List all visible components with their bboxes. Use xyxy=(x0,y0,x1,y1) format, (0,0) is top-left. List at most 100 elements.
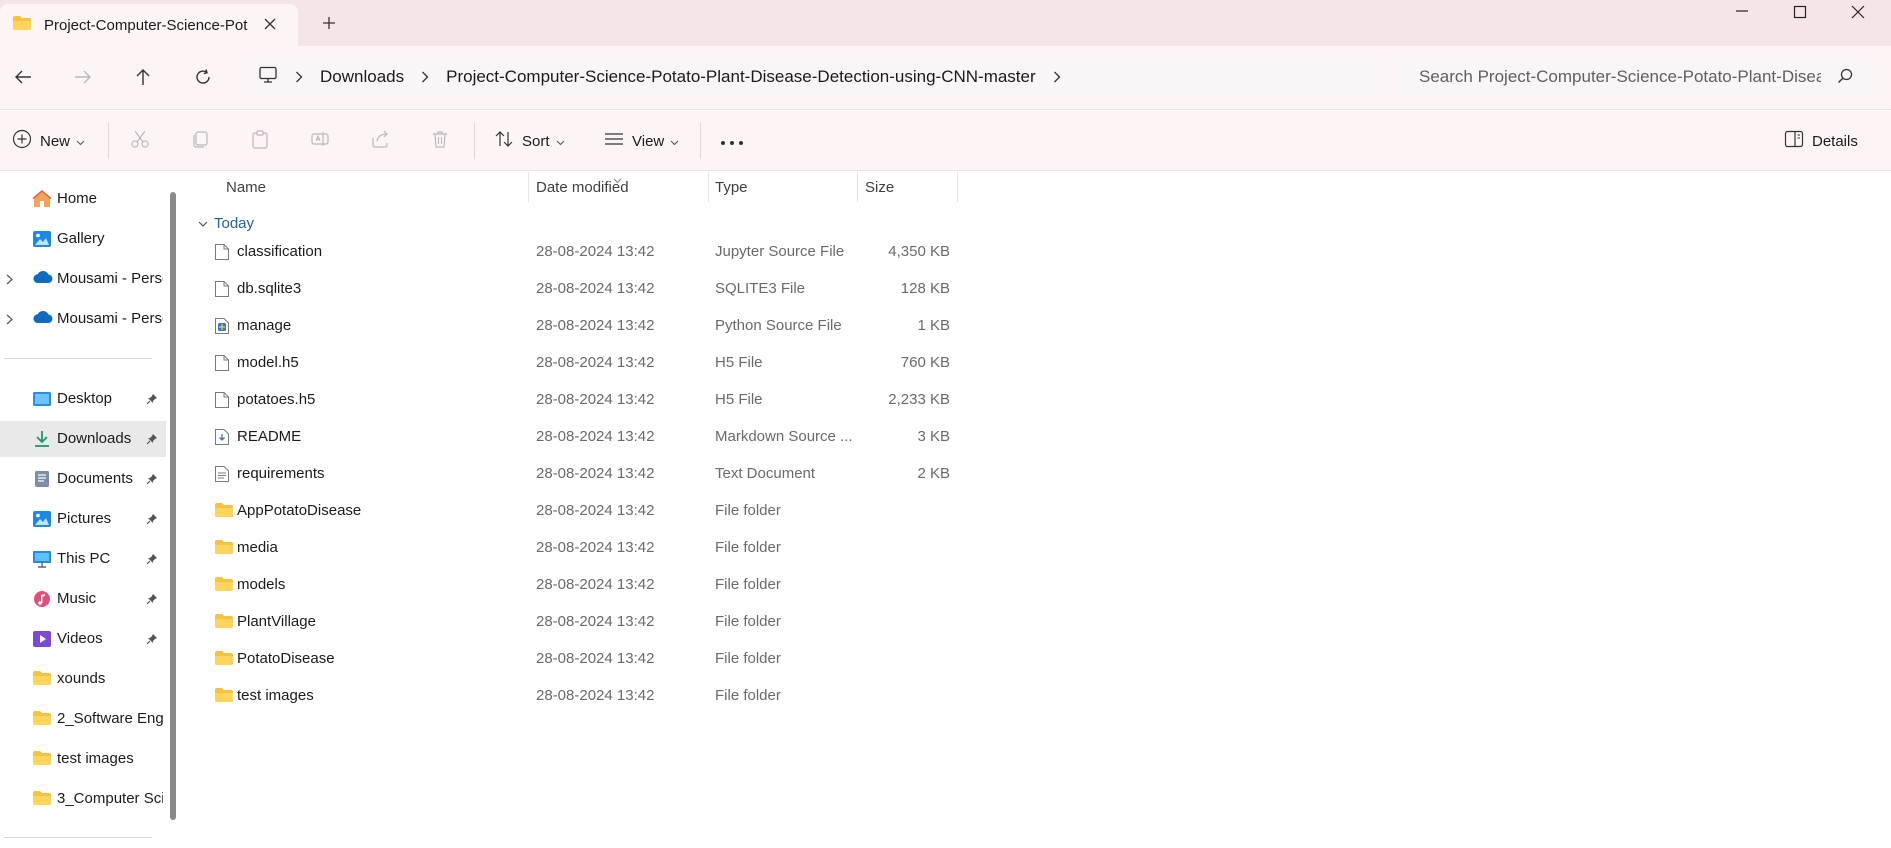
search-icon[interactable] xyxy=(1837,68,1853,88)
column-header-size[interactable]: Size xyxy=(865,172,894,202)
file-row[interactable]: classification 28-08-2024 13:42 Jupyter So… xyxy=(206,233,1146,270)
column-divider[interactable] xyxy=(528,172,529,202)
file-size: 760 KB xyxy=(900,354,950,371)
breadcrumb-item-project[interactable]: Project-Computer-Science-Potato-Plant-Di… xyxy=(446,67,1036,87)
delete-button[interactable] xyxy=(430,127,450,155)
file-name: requirements xyxy=(237,465,325,482)
sidebar-item-onedrive-1[interactable]: Mousami - Personal xyxy=(0,261,166,297)
chevron-down-icon xyxy=(198,215,208,232)
file-icon xyxy=(214,354,232,372)
refresh-button[interactable] xyxy=(188,64,218,94)
sort-button[interactable]: Sort xyxy=(494,127,565,155)
file-row[interactable]: db.sqlite3 28-08-2024 13:42 SQLITE3 File 12… xyxy=(206,270,1146,307)
file-row[interactable]: README 28-08-2024 13:42 Markdown Source ..… xyxy=(206,418,1146,455)
sidebar-item-desktop[interactable]: Desktop xyxy=(0,381,166,417)
file-row[interactable]: PlantVillage 28-08-2024 13:42 File folder xyxy=(206,603,1146,640)
pin-icon[interactable] xyxy=(146,512,158,529)
pin-icon[interactable] xyxy=(146,552,158,569)
column-header-type[interactable]: Type xyxy=(715,172,748,202)
sidebar-item-this-pc[interactable]: This PC xyxy=(0,541,166,577)
file-row[interactable]: manage 28-08-2024 13:42 Python Source File… xyxy=(206,307,1146,344)
file-row[interactable]: media 28-08-2024 13:42 File folder xyxy=(206,529,1146,566)
file-row[interactable]: test images 28-08-2024 13:42 File folder xyxy=(206,677,1146,714)
close-icon[interactable] xyxy=(260,14,280,34)
rename-button[interactable] xyxy=(310,127,330,155)
back-button[interactable] xyxy=(8,64,38,94)
file-type: Markdown Source ... xyxy=(715,428,853,445)
maximize-button[interactable] xyxy=(1770,0,1830,24)
sidebar-item-music[interactable]: Music xyxy=(0,581,166,617)
sidebar-item-pictures[interactable]: Pictures xyxy=(0,501,166,537)
paste-button[interactable] xyxy=(250,127,270,155)
pin-icon[interactable] xyxy=(146,632,158,649)
breadcrumb-item-downloads[interactable]: Downloads xyxy=(320,67,404,87)
pin-icon[interactable] xyxy=(146,472,158,489)
file-date: 28-08-2024 13:42 xyxy=(536,687,655,704)
file-name: model.h5 xyxy=(237,354,299,371)
share-button[interactable] xyxy=(370,127,390,155)
sidebar-item-home[interactable]: Home xyxy=(0,181,166,217)
file-list: Name Date modified Type Size Today class… xyxy=(186,172,1891,848)
documents-icon xyxy=(32,470,52,488)
sidebar-item-videos[interactable]: Videos xyxy=(0,621,166,657)
sidebar-item-label: Gallery xyxy=(57,230,105,247)
view-button[interactable]: View xyxy=(604,127,679,155)
minimize-button[interactable] xyxy=(1712,0,1772,22)
forward-button[interactable] xyxy=(68,64,98,94)
breadcrumb[interactable]: Downloads Project-Computer-Science-Potat… xyxy=(242,56,1390,98)
sidebar-item-onedrive-2[interactable]: Mousami - Personal xyxy=(0,301,166,337)
details-pane-button[interactable]: Details xyxy=(1784,127,1858,155)
file-row[interactable]: models 28-08-2024 13:42 File folder xyxy=(206,566,1146,603)
search-input[interactable]: Search Project-Computer-Science-Potato-P… xyxy=(1419,67,1821,87)
file-row[interactable]: PotatoDisease 28-08-2024 13:42 File folder xyxy=(206,640,1146,677)
divider xyxy=(474,123,475,159)
chevron-right-icon[interactable] xyxy=(295,71,303,83)
file-date: 28-08-2024 13:42 xyxy=(536,502,655,519)
search-box[interactable]: Search Project-Computer-Science-Potato-P… xyxy=(1401,56,1871,98)
file-name: PlantVillage xyxy=(237,613,316,630)
pin-icon[interactable] xyxy=(146,392,158,409)
file-name: potatoes.h5 xyxy=(237,391,316,408)
onedrive-icon xyxy=(32,270,53,288)
group-header-today[interactable]: Today xyxy=(198,215,254,232)
sort-label: Sort xyxy=(522,132,550,150)
copy-button[interactable] xyxy=(190,127,210,155)
sidebar-item-test-images[interactable]: test images xyxy=(0,741,166,777)
sidebar-item-gallery[interactable]: Gallery xyxy=(0,221,166,257)
chevron-right-icon[interactable] xyxy=(421,71,429,83)
column-divider[interactable] xyxy=(857,172,858,202)
rename-icon xyxy=(310,129,330,153)
sidebar-scrollbar[interactable] xyxy=(170,192,176,820)
column-divider[interactable] xyxy=(708,172,709,202)
cut-button[interactable] xyxy=(130,127,150,155)
file-row[interactable]: requirements 28-08-2024 13:42 Text Documen… xyxy=(206,455,1146,492)
group-label: Today xyxy=(214,215,255,232)
chevron-right-icon[interactable] xyxy=(1053,71,1061,83)
pin-icon[interactable] xyxy=(146,432,158,449)
close-window-button[interactable] xyxy=(1828,0,1888,24)
pin-icon[interactable] xyxy=(146,592,158,609)
sidebar-item-software-engineering[interactable]: 2_Software Engineering xyxy=(0,701,166,737)
file-row[interactable]: AppPotatoDisease 28-08-2024 13:42 File fol… xyxy=(206,492,1146,529)
window-tab[interactable]: Project-Computer-Science-Pot xyxy=(0,4,298,46)
sidebar-item-xounds[interactable]: xounds xyxy=(0,661,166,697)
more-options-button[interactable] xyxy=(720,127,744,155)
sidebar-item-downloads[interactable]: Downloads xyxy=(0,421,166,457)
sidebar-item-computer-science[interactable]: 3_Computer Science xyxy=(0,781,166,817)
new-button[interactable]: New xyxy=(12,127,85,155)
chevron-right-icon[interactable] xyxy=(6,312,13,329)
file-row[interactable]: potatoes.h5 28-08-2024 13:42 H5 File 2,233 … xyxy=(206,381,1146,418)
up-button[interactable] xyxy=(128,64,158,94)
chevron-right-icon[interactable] xyxy=(6,272,13,289)
column-divider[interactable] xyxy=(957,172,958,202)
file-row[interactable]: model.h5 28-08-2024 13:42 H5 File 760 KB xyxy=(206,344,1146,381)
paste-icon xyxy=(250,129,270,153)
column-header-name[interactable]: Name xyxy=(226,172,266,202)
file-date: 28-08-2024 13:42 xyxy=(536,280,655,297)
this-pc-icon[interactable] xyxy=(258,66,278,88)
plus-circle-icon xyxy=(12,129,32,153)
new-tab-button[interactable] xyxy=(318,12,340,34)
sidebar-item-documents[interactable]: Documents xyxy=(0,461,166,497)
sidebar-item-label: Mousami - Personal xyxy=(57,310,163,327)
file-name: manage xyxy=(237,317,292,334)
